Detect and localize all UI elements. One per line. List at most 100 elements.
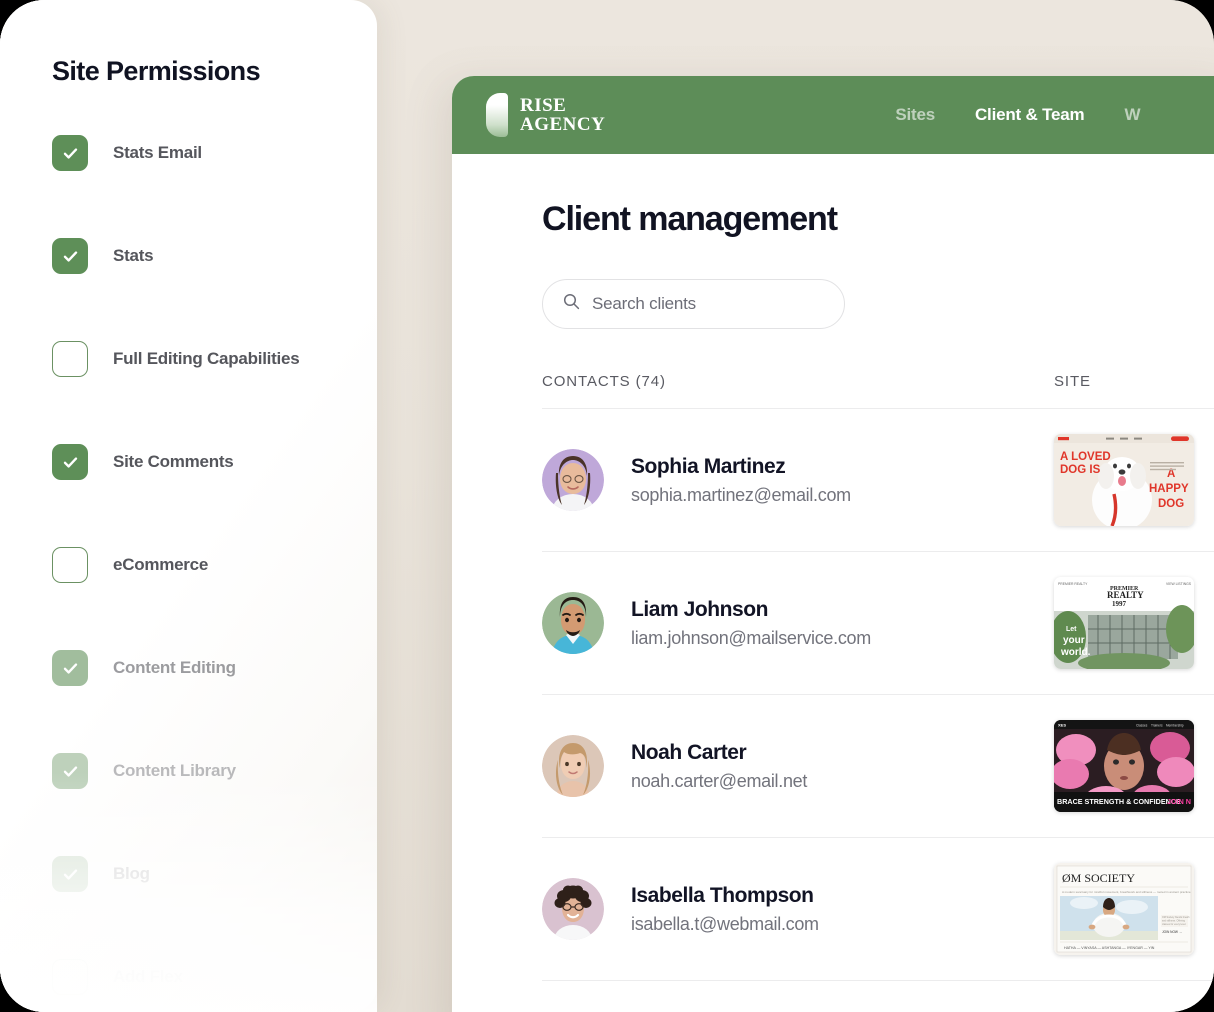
svg-text:A LOVED: A LOVED <box>1060 451 1111 463</box>
svg-text:DOG: DOG <box>1158 498 1184 510</box>
svg-text:your: your <box>1063 635 1085 646</box>
contact-info: Isabella Thompson isabella.t@webmail.com <box>631 884 819 935</box>
svg-text:Trainers: Trainers <box>1151 723 1163 727</box>
svg-text:HATHA — VINYASA — ASHTANGA: HATHA — VINYASA — ASHTANGA — IYENGAR — Y… <box>1064 946 1155 950</box>
contact-cell: Isabella Thompson isabella.t@webmail.com <box>542 878 1054 940</box>
contacts-table: CONTACTS (74) SITE Sophia Martinez sophi… <box>542 373 1214 981</box>
table-row[interactable]: Liam Johnson liam.johnson@mailservice.co… <box>542 552 1214 695</box>
contact-info: Liam Johnson liam.johnson@mailservice.co… <box>631 598 871 649</box>
page-title: Site Permissions <box>52 56 261 86</box>
checkbox-stats-email[interactable] <box>52 135 88 171</box>
top-navbar: RISE AGENCY Sites Client & Team W <box>452 76 1214 154</box>
checkbox-stats[interactable] <box>52 238 88 274</box>
check-icon <box>61 659 80 678</box>
svg-text:1997: 1997 <box>1112 600 1127 608</box>
permission-label: eCommerce <box>113 555 209 574</box>
check-icon <box>61 453 80 472</box>
site-thumbnail[interactable]: A LOVED DOG IS A HAPPY DOG <box>1054 434 1194 526</box>
app-body: Client management Search clients CONTACT… <box>452 154 1214 981</box>
table-row[interactable]: Noah Carter noah.carter@email.net XES Cl… <box>542 695 1214 838</box>
checkbox-add-flex[interactable] <box>52 959 88 995</box>
column-header-contacts: CONTACTS (74) <box>542 373 666 390</box>
search-clients-input[interactable]: Search clients <box>542 279 845 329</box>
svg-text:BRACE STRENGTH & CONFIDENCE: BRACE STRENGTH & CONFIDENCE <box>1057 797 1181 806</box>
check-icon <box>61 865 80 884</box>
client-management-window: RISE AGENCY Sites Client & Team W Client… <box>452 76 1214 1012</box>
check-icon <box>61 247 80 266</box>
brand-wordmark: RISE AGENCY <box>520 96 605 134</box>
checkbox-blog[interactable] <box>52 856 88 892</box>
check-icon <box>61 144 80 163</box>
svg-text:world.: world. <box>1060 647 1091 658</box>
permission-row[interactable]: eCommerce <box>52 544 372 586</box>
contact-info: Sophia Martinez sophia.martinez@email.co… <box>631 455 851 506</box>
site-thumbnail[interactable]: ØM SOCIETY A modern sanctuary for mindfu… <box>1054 863 1194 955</box>
permissions-list: Stats Email Stats Full Editing Capabilit… <box>52 132 372 1012</box>
checkbox-content-library[interactable] <box>52 753 88 789</box>
permission-row[interactable]: Content Library <box>52 750 372 792</box>
svg-text:XES: XES <box>1058 722 1066 727</box>
permission-label: Stats Email <box>113 143 202 162</box>
checkbox-content-editing[interactable] <box>52 650 88 686</box>
contact-name: Sophia Martinez <box>631 454 786 478</box>
avatar <box>542 878 604 940</box>
brand-line-1: RISE <box>520 95 567 116</box>
contact-email: isabella.t@webmail.com <box>631 913 819 934</box>
permission-row[interactable]: Site Comments <box>52 441 372 483</box>
nav-links: Sites Client & Team W <box>895 105 1140 125</box>
leaf-mark-icon <box>486 93 508 137</box>
nav-item-client-and-team[interactable]: Client & Team <box>975 105 1085 125</box>
contact-name: Noah Carter <box>631 740 747 764</box>
permission-label: Content Library <box>113 761 236 780</box>
brand-line-2: AGENCY <box>520 114 606 135</box>
nav-item-sites[interactable]: Sites <box>895 105 935 125</box>
contact-cell: Noah Carter noah.carter@email.net <box>542 735 1054 797</box>
table-row[interactable]: Isabella Thompson isabella.t@webmail.com… <box>542 838 1214 981</box>
contact-email: noah.carter@email.net <box>631 770 808 791</box>
permission-label: Full Editing Capabilities <box>113 349 300 368</box>
contact-cell: Liam Johnson liam.johnson@mailservice.co… <box>542 592 1054 654</box>
svg-text:VIEW LISTINGS: VIEW LISTINGS <box>1166 582 1192 586</box>
site-permissions-panel: Site Permissions Stats Email Stats Full … <box>0 0 377 1012</box>
svg-text:Membership: Membership <box>1166 723 1184 727</box>
contact-email: liam.johnson@mailservice.com <box>631 627 871 648</box>
table-row[interactable]: Sophia Martinez sophia.martinez@email.co… <box>542 409 1214 552</box>
permission-label: Blog <box>113 864 150 883</box>
site-thumbnail[interactable]: XES Classes Trainers Membership BRACE ST… <box>1054 720 1194 812</box>
permission-row[interactable]: Stats Email <box>52 132 372 174</box>
contact-name: Liam Johnson <box>631 597 768 621</box>
nav-item-third[interactable]: W <box>1124 105 1140 125</box>
permission-label: Content Editing <box>113 658 236 677</box>
column-header-site: SITE <box>1054 373 1091 390</box>
svg-text:PREMIER REALTY: PREMIER REALTY <box>1058 582 1088 586</box>
table-header-row: CONTACTS (74) SITE <box>542 373 1214 409</box>
permission-row[interactable]: Blog <box>52 853 372 895</box>
permission-label: Stats <box>113 246 154 265</box>
contact-info: Noah Carter noah.carter@email.net <box>631 741 807 792</box>
permission-row[interactable]: Content Editing <box>52 647 372 689</box>
permission-row[interactable]: Full Editing Capabilities <box>52 338 372 380</box>
svg-text:JOIN NOW →: JOIN NOW → <box>1162 930 1182 934</box>
permission-row[interactable]: Add Flex <box>52 956 372 998</box>
svg-text:REALTY: REALTY <box>1107 590 1144 600</box>
checkbox-full-editing-capabilities[interactable] <box>52 341 88 377</box>
site-thumbnail[interactable]: PREMIER REALTY 1997 PREMIER REALTY VIEW … <box>1054 577 1194 669</box>
permission-label: Add Flex <box>113 967 183 986</box>
contact-name: Isabella Thompson <box>631 883 814 907</box>
search-placeholder: Search clients <box>592 294 696 313</box>
svg-text:Classes: Classes <box>1136 723 1148 727</box>
svg-text:HAPPY: HAPPY <box>1149 483 1189 495</box>
avatar <box>542 735 604 797</box>
svg-text:DOG IS: DOG IS <box>1060 464 1101 476</box>
svg-text:classes for every level.: classes for every level. <box>1162 923 1187 926</box>
brand-logo[interactable]: RISE AGENCY <box>486 93 605 137</box>
checkbox-ecommerce[interactable] <box>52 547 88 583</box>
contact-email: sophia.martinez@email.com <box>631 484 851 505</box>
client-management-title: Client management <box>542 200 838 238</box>
checkbox-site-comments[interactable] <box>52 444 88 480</box>
check-icon <box>61 762 80 781</box>
permission-row[interactable]: Stats <box>52 235 372 277</box>
svg-text:JOIN N: JOIN N <box>1167 797 1191 806</box>
svg-text:Let: Let <box>1066 626 1077 633</box>
svg-text:A modern sanctuary for mindful: A modern sanctuary for mindful movement,… <box>1062 890 1191 894</box>
